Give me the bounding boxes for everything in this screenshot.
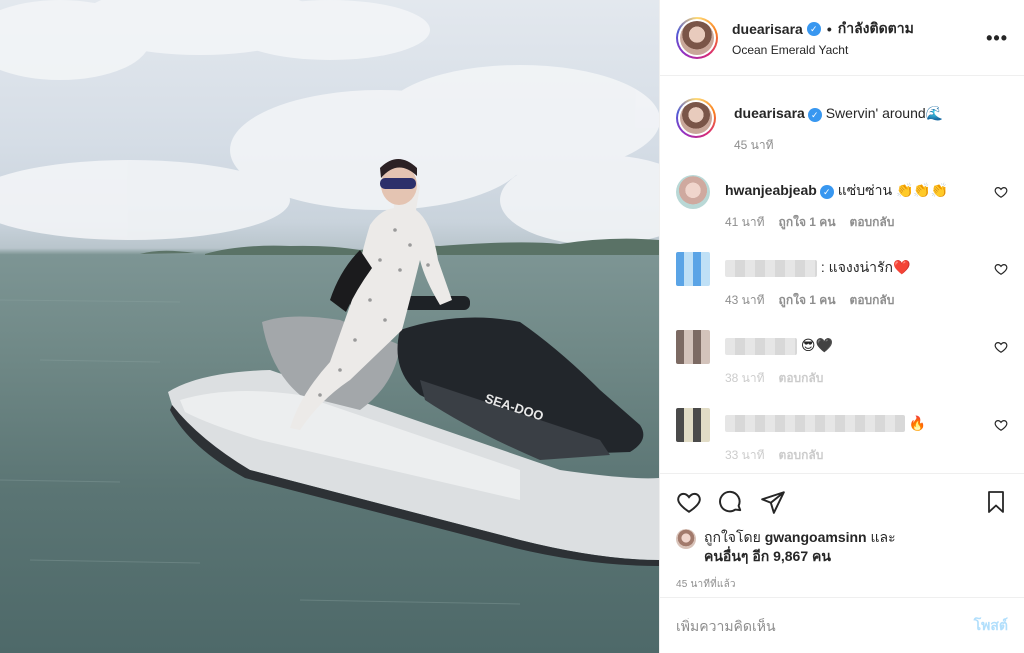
comment-likes-count[interactable]: ถูกใจ 1 คน: [779, 213, 836, 232]
reply-button[interactable]: ตอบกลับ: [779, 369, 824, 388]
post-side-panel: duearisara ✓ • กำลังติดตาม Ocean Emerald…: [659, 0, 1024, 653]
post-timestamp[interactable]: 45 นาทีที่แล้ว: [676, 577, 1008, 592]
photo-scene: SEA-DOO: [0, 0, 659, 605]
commenter-avatar-blurred[interactable]: [676, 329, 710, 364]
bookmark-icon[interactable]: [984, 489, 1008, 515]
comment-text: แซ่บซ่าน 👏👏👏: [837, 182, 949, 198]
author-avatar-image: [680, 20, 714, 55]
liker-avatar[interactable]: [676, 529, 696, 549]
reply-button[interactable]: ตอบกลับ: [850, 291, 895, 310]
caption-author-avatar[interactable]: [676, 98, 716, 138]
author-avatar[interactable]: [676, 16, 718, 59]
comment-time[interactable]: 43 นาที: [725, 291, 765, 310]
commenter-username-blurred: [725, 415, 905, 433]
comment-like-heart-icon[interactable]: [994, 340, 1008, 354]
comment-text: 😎🖤: [800, 336, 833, 353]
add-comment-input[interactable]: [676, 617, 974, 634]
share-icon[interactable]: [760, 489, 786, 515]
commenter-username-blurred: [725, 259, 817, 277]
like-heart-icon[interactable]: [676, 489, 702, 515]
caption-username[interactable]: duearisara: [734, 105, 805, 121]
author-username[interactable]: duearisara: [732, 21, 803, 37]
comment-item: : แจงงน่ารัก❤️ 43 นาที ถูกใจ 1 คน ตอบกลั…: [676, 252, 1008, 310]
comments-list[interactable]: duearisara ✓ Swervin' around🌊 45 นาที hwa…: [660, 77, 1024, 473]
post-comment-button[interactable]: โพสต์: [974, 615, 1008, 637]
comment-text: : แจงงน่ารัก❤️: [820, 259, 911, 275]
post-actions: ถูกใจโดย gwangoamsinn และ คนอื่นๆ อีก 9,…: [660, 473, 1024, 597]
comment-likes-count[interactable]: ถูกใจ 1 คน: [779, 291, 836, 310]
comment-time[interactable]: 38 นาที: [725, 369, 765, 388]
comment-item: 🔥 33 นาที ตอบกลับ: [676, 407, 1008, 466]
comment-item: hwanjeabjeab ✓ แซ่บซ่าน 👏👏👏 41 นาที ถูกใจ…: [676, 175, 1008, 232]
post-location[interactable]: Ocean Emerald Yacht: [732, 43, 914, 57]
liker-username[interactable]: gwangoamsinn: [765, 529, 867, 545]
likes-connector: และ: [870, 529, 896, 545]
comment-icon[interactable]: [718, 489, 744, 515]
verified-badge-icon: ✓: [806, 22, 821, 36]
more-options-icon[interactable]: •••: [986, 28, 1008, 49]
caption-time[interactable]: 45 นาที: [734, 136, 774, 155]
post-header: duearisara ✓ • กำลังติดตาม Ocean Emerald…: [660, 0, 1024, 76]
comment-time[interactable]: 33 นาที: [725, 446, 765, 465]
following-button[interactable]: กำลังติดตาม: [838, 18, 914, 40]
separator-dot: •: [826, 21, 832, 37]
comment-like-heart-icon[interactable]: [994, 262, 1008, 276]
add-comment-bar: โพสต์: [660, 597, 1024, 653]
verified-badge-icon: ✓: [819, 185, 834, 199]
comment-like-heart-icon[interactable]: [994, 185, 1008, 199]
commenter-avatar[interactable]: [676, 175, 710, 209]
caption-avatar-image: [680, 102, 712, 134]
commenter-avatar-blurred[interactable]: [676, 252, 710, 286]
commenter-avatar-blurred[interactable]: [676, 407, 710, 442]
commenter-username[interactable]: hwanjeabjeab: [725, 182, 817, 198]
post-photo[interactable]: SEA-DOO: [0, 0, 659, 653]
likes-others-count[interactable]: คนอื่นๆ อีก 9,867 คน: [704, 548, 831, 564]
caption-text: Swervin' around🌊: [825, 105, 944, 121]
likes-summary: ถูกใจโดย gwangoamsinn และ คนอื่นๆ อีก 9,…: [676, 528, 1008, 566]
comment-text: 🔥: [908, 414, 927, 431]
comment-time[interactable]: 41 นาที: [725, 213, 765, 232]
comment-like-heart-icon[interactable]: [994, 418, 1008, 432]
commenter-username-blurred: [725, 337, 797, 355]
reply-button[interactable]: ตอบกลับ: [779, 446, 824, 465]
post-caption: duearisara ✓ Swervin' around🌊 45 นาที: [676, 98, 1008, 155]
verified-badge-icon: ✓: [807, 108, 822, 122]
comment-item: 😎🖤 38 นาที ตอบกลับ: [676, 329, 1008, 388]
likes-prefix: ถูกใจโดย: [704, 529, 761, 545]
reply-button[interactable]: ตอบกลับ: [850, 213, 895, 232]
